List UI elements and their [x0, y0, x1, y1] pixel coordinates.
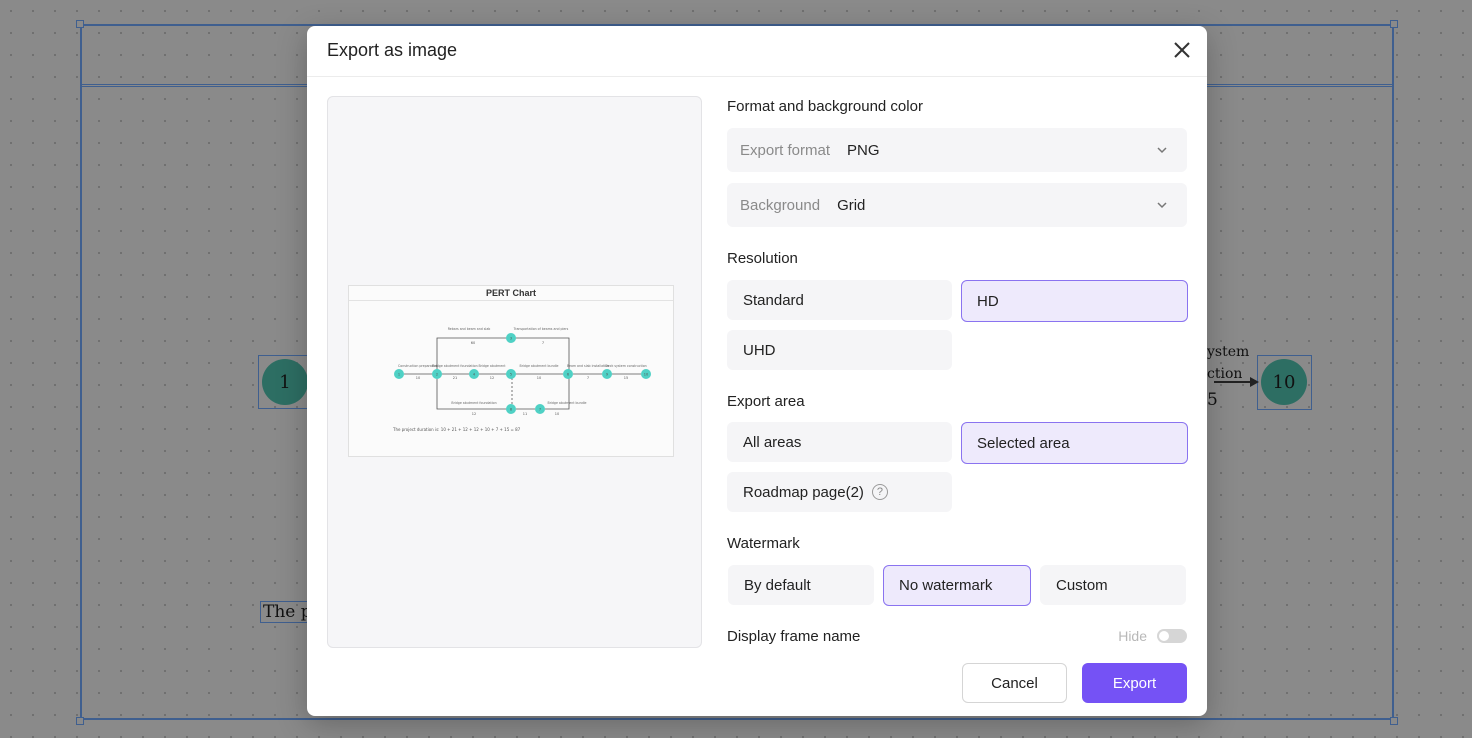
export-format-label: Export format	[740, 141, 831, 159]
bg-label: ystem	[1207, 344, 1250, 360]
dialog-title: Export as image	[327, 40, 458, 60]
format-section-title: Format and background color	[727, 98, 923, 115]
bg-node-10: 10	[1261, 359, 1307, 405]
bg-label: 5	[1207, 390, 1218, 410]
help-icon[interactable]: ?	[871, 484, 888, 500]
export-area-all[interactable]: All areas	[727, 422, 952, 462]
resolution-hd[interactable]: HD	[961, 280, 1188, 322]
selection-handle[interactable]	[76, 717, 84, 725]
preview-edge-duration: 12	[472, 412, 476, 416]
close-icon[interactable]	[1171, 39, 1193, 61]
preview-formula: The project duration is: 10 + 21 + 12 + …	[392, 427, 521, 432]
export-format-value: PNG	[847, 141, 880, 159]
chevron-down-icon	[1157, 202, 1167, 209]
bg-node-1: 1	[262, 359, 308, 405]
preview-node-label: 8	[510, 408, 512, 412]
preview-edge-duration: 7	[542, 341, 544, 345]
preview-edge-duration: 7	[587, 376, 589, 380]
export-area-selected[interactable]: Selected area	[961, 422, 1188, 464]
preview-node-label: 10	[644, 373, 648, 377]
cancel-button[interactable]: Cancel	[962, 663, 1067, 703]
preview-title: PERT Chart	[349, 286, 673, 301]
preview-edge-label: Transportation of beams and piers	[513, 327, 569, 331]
frame-name-toggle-label: Hide	[1118, 628, 1147, 644]
preview-edge-label: Bridge abutment bundle	[548, 401, 587, 405]
preview-edge-duration: 10	[537, 376, 541, 380]
selection-handle[interactable]	[76, 20, 84, 28]
export-dialog: Export as image PERT Chart 1 2 4 5 3 6 9…	[307, 26, 1207, 716]
background-label: Background	[740, 196, 821, 214]
preview-node-label: 9	[606, 373, 608, 377]
preview-edge-duration: 12	[490, 376, 494, 380]
export-format-select[interactable]: Export format PNG	[727, 128, 1187, 172]
preview-panel: PERT Chart 1 2 4 5 3 6 9 8 7 10 Construc…	[327, 96, 702, 648]
frame-name-toggle-wrap: Hide	[1118, 628, 1187, 644]
preview-edge-duration: 10	[555, 412, 559, 416]
preview-edge-label: Bridge abutment foundation	[451, 401, 496, 405]
pert-chart-thumbnail: 1 2 4 5 3 6 9 8 7 10 Construction prepar…	[392, 327, 651, 432]
preview-edge-duration: 11	[523, 412, 527, 416]
preview-node-label: 5	[510, 373, 512, 377]
selection-handle[interactable]	[1390, 20, 1398, 28]
resolution-uhd[interactable]: UHD	[727, 330, 952, 370]
bg-arrow	[1214, 377, 1259, 387]
preview-node-label: 2	[436, 373, 438, 377]
preview-image: PERT Chart 1 2 4 5 3 6 9 8 7 10 Construc…	[348, 285, 674, 457]
preview-edge-label: Deck system construction	[605, 364, 646, 368]
watermark-default[interactable]: By default	[728, 565, 874, 605]
background-value: Grid	[837, 196, 866, 214]
preview-edge-label: Bridge abutment	[479, 364, 507, 368]
resolution-title: Resolution	[727, 250, 798, 267]
preview-node-label: 3	[510, 337, 512, 341]
watermark-title: Watermark	[727, 535, 800, 552]
watermark-custom[interactable]: Custom	[1040, 565, 1186, 605]
frame-name-toggle[interactable]	[1157, 629, 1187, 643]
export-area-roadmap-label: Roadmap page(2)	[743, 483, 864, 501]
preview-edge-duration: 15	[624, 376, 628, 380]
selection-handle[interactable]	[1390, 717, 1398, 725]
preview-edge-label: Beam and slab installation	[567, 364, 609, 368]
preview-edge-duration: 60	[471, 341, 475, 345]
preview-edge-label: Bridge abutment bundle	[520, 364, 559, 368]
frame-name-title: Display frame name	[727, 628, 861, 645]
preview-edge-duration: 10	[416, 376, 420, 380]
preview-edge-duration: 21	[453, 376, 457, 380]
export-button[interactable]: Export	[1082, 663, 1187, 703]
chevron-down-icon	[1157, 147, 1167, 154]
preview-edge-label: Bridge abutment foundation	[432, 364, 477, 368]
watermark-none[interactable]: No watermark	[883, 565, 1031, 606]
export-area-roadmap[interactable]: Roadmap page(2) ?	[727, 472, 952, 512]
preview-edge-label: Rebars and beam and slab	[448, 327, 491, 331]
resolution-standard[interactable]: Standard	[727, 280, 952, 320]
dialog-header: Export as image	[307, 26, 1207, 77]
export-area-title: Export area	[727, 393, 805, 410]
background-select[interactable]: Background Grid	[727, 183, 1187, 227]
preview-node-label: 1	[398, 373, 400, 377]
preview-node-label: 7	[539, 408, 541, 412]
preview-node-label: 6	[567, 373, 569, 377]
